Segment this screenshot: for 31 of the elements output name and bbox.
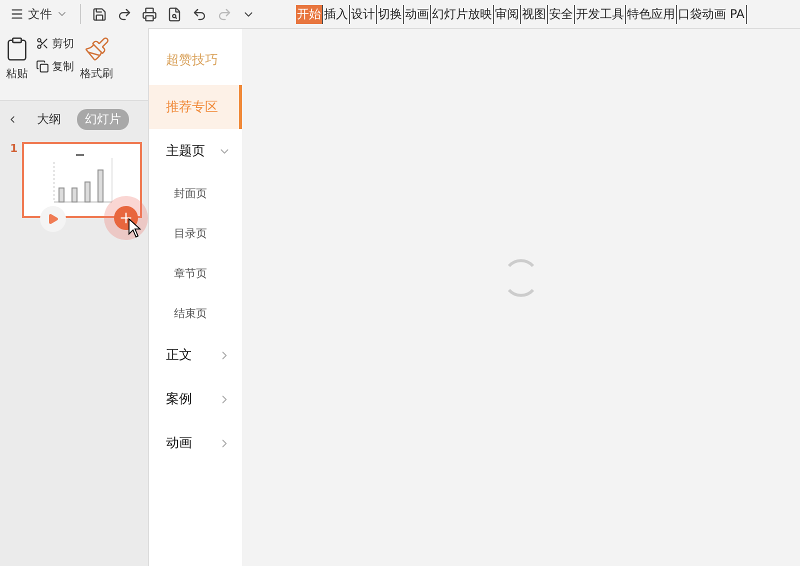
ribbon-tab[interactable]: 插入 xyxy=(323,4,350,24)
nav-subitem[interactable]: 章节页 xyxy=(149,253,242,293)
nav-subitem[interactable]: 结束页 xyxy=(149,293,242,333)
nav-subitem[interactable]: 目录页 xyxy=(149,213,242,253)
file-menu[interactable]: 文件 xyxy=(6,6,72,22)
ribbon-tab[interactable]: 审阅 xyxy=(494,4,521,24)
play-icon xyxy=(46,213,59,225)
cut-button[interactable]: 剪切 xyxy=(36,36,74,51)
scissors-icon xyxy=(36,37,49,50)
ribbon-tab[interactable]: 设计 xyxy=(350,4,377,24)
paste-button[interactable]: 粘贴 xyxy=(4,36,30,100)
format-painter-button[interactable]: 格式刷 xyxy=(80,36,113,100)
ribbon-tab[interactable]: 动画 xyxy=(404,4,431,24)
copy-icon xyxy=(36,60,49,73)
slide-number: 1 xyxy=(10,142,18,157)
nav-subitem[interactable]: 封面页 xyxy=(149,173,242,213)
ribbon-tab[interactable]: 视图 xyxy=(521,4,548,24)
ribbon-tab[interactable]: 特色应用 xyxy=(626,4,677,24)
ribbon-tab[interactable]: 切换 xyxy=(377,4,404,24)
view-tab[interactable]: 大纲 xyxy=(29,109,69,130)
ribbon-tab[interactable]: 口袋动画 PA xyxy=(677,4,746,24)
copy-button[interactable]: 复制 xyxy=(36,59,74,74)
plus-icon xyxy=(118,210,134,226)
panel-title: 超赞技巧 xyxy=(165,52,219,70)
slide-thumbnail[interactable] xyxy=(22,142,142,218)
ribbon-tab[interactable]: 幻灯片放映 xyxy=(431,4,494,24)
paintbrush-icon xyxy=(84,36,110,62)
menu-icon xyxy=(10,7,24,21)
ribbon-tab[interactable]: 安全 xyxy=(548,4,575,24)
ribbon-tab[interactable]: 开发工具 xyxy=(575,4,626,24)
mouse-cursor-icon xyxy=(128,218,142,238)
